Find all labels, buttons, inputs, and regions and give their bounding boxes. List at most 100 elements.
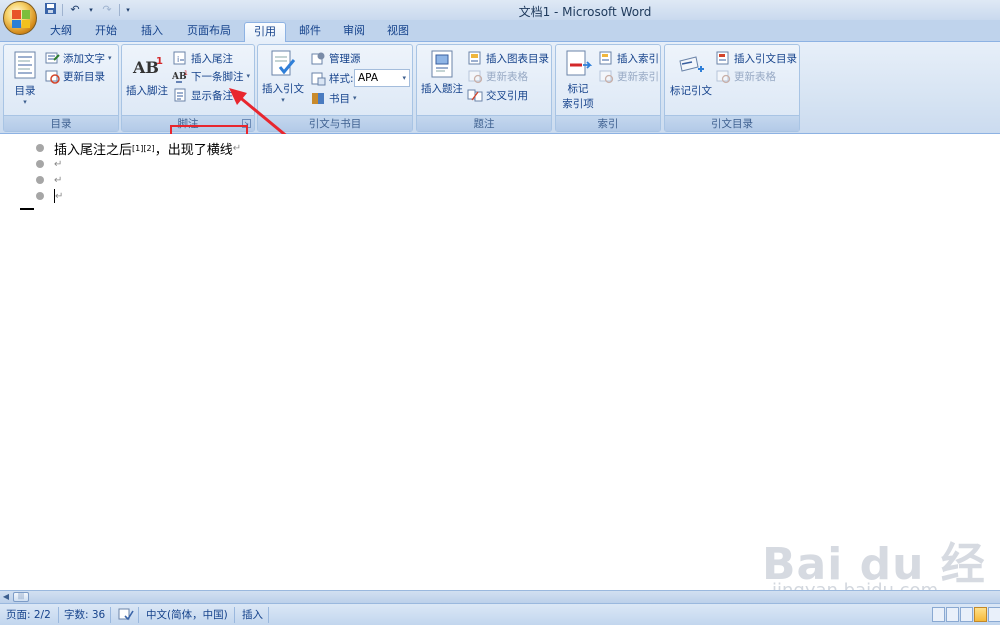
tab-references[interactable]: 引用 <box>244 22 286 43</box>
list-item[interactable]: 插入尾注之后 [1][2] ，出现了横线 ↵ <box>36 140 241 158</box>
tab-home[interactable]: 开始 <box>88 22 124 42</box>
list-item[interactable]: ↵ <box>36 172 62 188</box>
group-label-toa: 引文目录 <box>665 115 799 131</box>
update-toc-button[interactable]: 更新目录 <box>44 67 105 85</box>
add-text-icon <box>44 50 60 66</box>
list-item[interactable]: ↵ <box>36 156 62 172</box>
scroll-left-icon[interactable]: ◀ <box>0 591 12 603</box>
outline-view-icon[interactable] <box>974 607 987 622</box>
manage-sources-label: 管理源 <box>329 52 361 65</box>
insert-toa-button[interactable]: 插入引文目录 <box>715 49 797 67</box>
insert-index-button[interactable]: 插入索引 <box>598 49 659 67</box>
paragraph-mark: ↵ <box>54 174 63 186</box>
update-table-button[interactable]: 更新表格 <box>467 67 528 85</box>
show-notes-button[interactable]: 显示备注 <box>172 86 233 104</box>
group-label-captions: 题注 <box>417 115 551 131</box>
mark-citation-icon <box>676 51 706 81</box>
chevron-down-icon: ▾ <box>402 74 406 82</box>
manage-sources-button[interactable]: 管理源 <box>310 49 361 67</box>
undo-dropdown-icon[interactable]: ▾ <box>87 2 95 18</box>
mark-entry-icon <box>563 49 593 79</box>
insert-citation-icon <box>268 49 298 79</box>
group-toa: 标记引文 插入引文目录 更新表格 引文目录 <box>664 44 800 132</box>
qat-separator <box>62 4 63 16</box>
status-page[interactable]: 页面: 2/2 <box>6 607 51 623</box>
bullet-icon <box>36 144 44 152</box>
redo-icon[interactable]: ↷ <box>99 2 115 18</box>
status-separator <box>110 607 111 623</box>
status-bar: 页面: 2/2 字数: 36 中文(简体，中国) 插入 <box>0 603 1000 625</box>
update-index-label: 更新索引 <box>617 70 659 83</box>
scroll-thumb[interactable]: ||| <box>13 592 29 602</box>
add-text-button[interactable]: 添加文字 ▾ <box>44 49 112 67</box>
chevron-down-icon: ▾ <box>246 72 251 80</box>
web-layout-view-icon[interactable] <box>960 607 973 622</box>
insert-footnote-button[interactable]: AB 1 插入脚注 <box>124 51 170 98</box>
undo-icon[interactable]: ↶ <box>67 2 83 18</box>
customize-qat-icon[interactable]: ▾ <box>124 2 132 18</box>
mark-entry-label-2: 索引项 <box>562 98 594 110</box>
insert-table-of-figures-button[interactable]: 插入图表目录 <box>467 49 549 67</box>
cross-reference-label: 交叉引用 <box>486 89 528 102</box>
bibliography-icon <box>310 90 326 106</box>
update-index-button[interactable]: 更新索引 <box>598 67 659 85</box>
toc-button-label: 目录 <box>14 85 36 97</box>
save-icon[interactable] <box>42 2 58 18</box>
tab-mailings[interactable]: 邮件 <box>292 22 328 42</box>
tab-review[interactable]: 审阅 <box>336 22 372 42</box>
mark-citation-button[interactable]: 标记引文 <box>667 51 715 98</box>
next-footnote-label: 下一条脚注 <box>191 70 244 83</box>
next-footnote-button[interactable]: AB 1 下一条脚注 ▾ <box>171 67 251 85</box>
tab-view[interactable]: 视图 <box>380 22 416 42</box>
update-toa-label: 更新表格 <box>734 70 776 83</box>
office-button[interactable] <box>3 1 37 35</box>
full-screen-reading-view-icon[interactable] <box>946 607 959 622</box>
endnote-reference[interactable]: [1][2] <box>132 144 155 153</box>
draft-view-icon[interactable] <box>988 607 1000 622</box>
insert-index-icon <box>598 50 614 66</box>
svg-text:i: i <box>177 55 179 64</box>
bullet-icon <box>36 176 44 184</box>
update-table-label: 更新表格 <box>486 70 528 83</box>
table-of-figures-icon <box>467 50 483 66</box>
mark-entry-button[interactable]: 标记 索引项 <box>558 49 598 111</box>
tab-outline[interactable]: 大纲 <box>44 22 78 42</box>
insert-toa-icon <box>715 50 731 66</box>
update-toa-button[interactable]: 更新表格 <box>715 67 776 85</box>
group-captions: 插入题注 插入图表目录 更新表格 交叉引用 题注 <box>416 44 552 132</box>
update-index-icon <box>598 68 614 84</box>
footnote-ab-icon: AB 1 <box>127 51 167 81</box>
endnote-icon: i <box>172 50 188 66</box>
group-label-index: 索引 <box>556 115 660 131</box>
insert-footnote-label: 插入脚注 <box>126 85 168 97</box>
insert-caption-button[interactable]: 插入题注 <box>419 49 465 96</box>
bibliography-button[interactable]: 书目 ▾ <box>310 89 357 107</box>
status-separator <box>234 607 235 623</box>
status-language[interactable]: 中文(简体，中国) <box>146 607 228 623</box>
status-insert-mode[interactable]: 插入 <box>242 607 263 623</box>
cross-reference-button[interactable]: 交叉引用 <box>467 86 528 104</box>
insert-caption-label: 插入题注 <box>421 83 463 95</box>
insert-table-of-figures-label: 插入图表目录 <box>486 52 549 65</box>
style-select-value: APA <box>358 72 379 84</box>
doc-line-text: 插入尾注之后 <box>54 142 133 158</box>
chevron-down-icon: ▾ <box>353 94 357 102</box>
next-footnote-icon: AB 1 <box>171 68 188 84</box>
toc-button[interactable]: 目录 ▾ <box>8 51 42 106</box>
tab-insert[interactable]: 插入 <box>134 22 170 42</box>
chevron-down-icon: ▾ <box>23 98 27 106</box>
horizontal-scrollbar[interactable]: ◀ ||| <box>0 590 1000 603</box>
insert-endnote-label: 插入尾注 <box>191 52 233 65</box>
tab-page-layout[interactable]: 页面布局 <box>180 22 238 42</box>
list-item[interactable]: ↵ <box>36 188 63 204</box>
style-select[interactable]: APA ▾ <box>354 69 410 87</box>
status-separator <box>58 607 59 623</box>
style-label-row: 样式: <box>310 69 354 87</box>
update-toc-label: 更新目录 <box>63 70 105 83</box>
doc-line-text-rest: ，出现了横线 <box>154 142 233 158</box>
proofing-icon[interactable] <box>118 607 134 623</box>
insert-endnote-button[interactable]: i 插入尾注 <box>172 49 233 67</box>
status-word-count[interactable]: 字数: 36 <box>64 607 105 623</box>
print-layout-view-icon[interactable] <box>932 607 945 622</box>
update-toc-icon <box>44 68 60 84</box>
